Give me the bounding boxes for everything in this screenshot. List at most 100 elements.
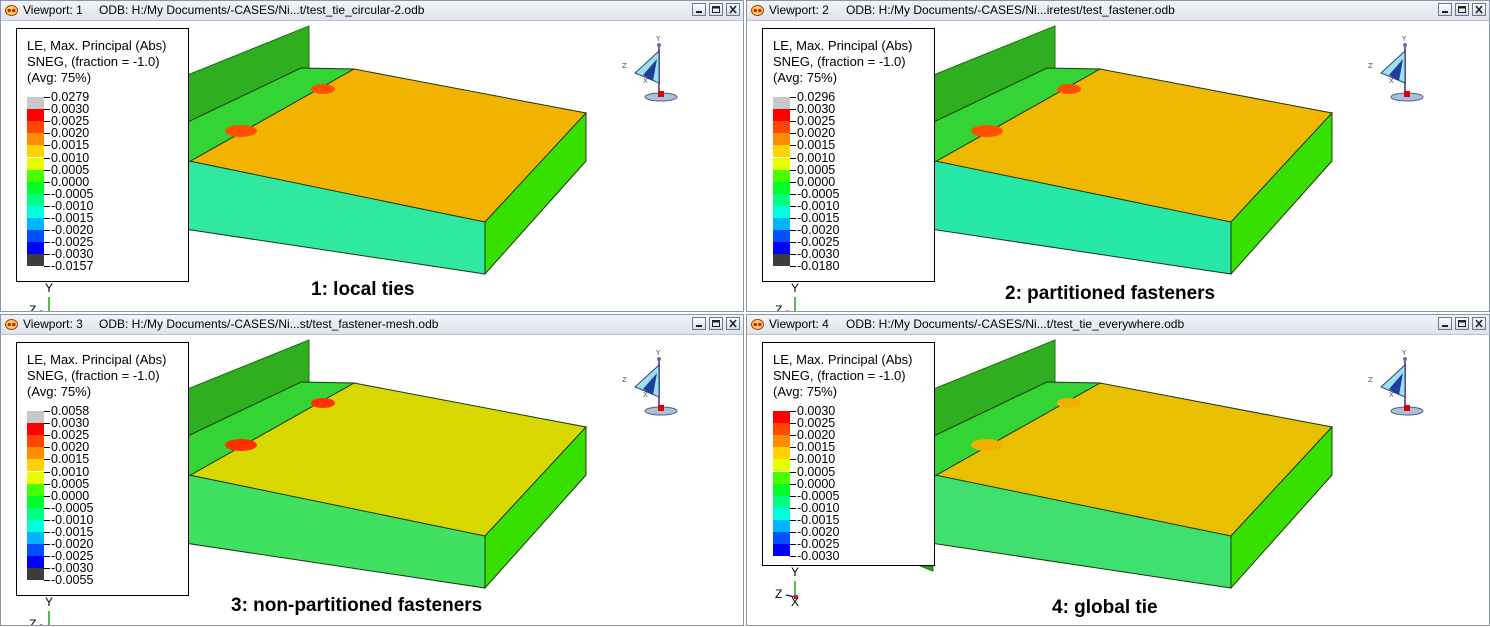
legend-tick [44, 483, 50, 485]
viewport-2[interactable]: Viewport: 2 ODB: H:/My Documents/-CASES/… [746, 0, 1490, 312]
legend-tick [44, 109, 50, 111]
legend-swatch [773, 218, 790, 230]
minimize-button[interactable] [692, 3, 706, 16]
close-icon [1475, 5, 1483, 14]
legend-swatch [773, 519, 790, 532]
legend-tick [44, 580, 50, 582]
triad-z-label: Z [775, 587, 783, 601]
legend-title-line-3: (Avg: 75%) [27, 384, 92, 399]
contour-legend: LE, Max. Principal (Abs) SNEG, (fraction… [762, 342, 935, 566]
close-button[interactable] [1472, 317, 1486, 330]
legend-swatch [27, 242, 44, 255]
viewport-titlebar[interactable]: Viewport: 3 ODB: H:/My Documents/-CASES/… [1, 315, 743, 335]
viewport-eye-icon [5, 319, 18, 330]
viewport-titlebar[interactable]: Viewport: 2 ODB: H:/My Documents/-CASES/… [747, 1, 1489, 21]
legend-swatch [27, 568, 44, 581]
contour-legend: LE, Max. Principal (Abs) SNEG, (fraction… [762, 28, 935, 282]
legend-tick [790, 157, 796, 159]
view-cube-icon[interactable]: Y Z X [621, 347, 681, 422]
legend-swatch [773, 411, 790, 423]
viewport-canvas[interactable]: LE, Max. Principal (Abs) SNEG, (fraction… [747, 21, 1489, 311]
close-button[interactable] [1472, 3, 1486, 16]
close-icon [729, 5, 737, 14]
viewport-1[interactable]: Viewport: 1 ODB: H:/My Documents/-CASES/… [0, 0, 744, 312]
odb-path: ODB: H:/My Documents/-CASES/Ni...t/test_… [99, 3, 425, 17]
legend-value: -0.0005 [797, 488, 840, 503]
legend-tick [790, 218, 796, 219]
legend-value: 0.0005 [797, 162, 836, 177]
legend-value: 0.0010 [797, 150, 836, 165]
legend-swatch [27, 205, 44, 218]
viewport-eye-icon [751, 5, 764, 16]
minimize-icon [696, 11, 702, 13]
view-cube-icon[interactable]: Y Z X [621, 33, 681, 108]
legend-swatch [27, 109, 44, 122]
legend-tick [790, 447, 796, 449]
viewport-3[interactable]: Viewport: 3 ODB: H:/My Documents/-CASES/… [0, 314, 744, 626]
legend-swatch [27, 471, 44, 484]
legend-tick [790, 507, 796, 509]
legend-swatch [27, 435, 44, 448]
maximize-button[interactable] [1455, 3, 1469, 16]
minimize-button[interactable] [692, 317, 706, 330]
legend-title-line-3: (Avg: 75%) [773, 70, 838, 85]
legend-tick [44, 435, 50, 437]
legend-title-line-1: LE, Max. Principal (Abs) [27, 38, 167, 53]
viewport-caption: 2: partitioned fasteners [1005, 283, 1216, 304]
legend-swatch [27, 423, 44, 436]
legend-swatch [27, 544, 44, 557]
legend-tick [790, 411, 796, 412]
triad-z-label: Z [29, 303, 37, 312]
legend-swatch [773, 544, 790, 557]
viewport-caption: 1: local ties [311, 279, 415, 300]
legend-swatch [27, 483, 44, 496]
legend-title-line-3: (Avg: 75%) [773, 384, 838, 399]
legend-swatch [773, 133, 790, 146]
legend-value: 0.0005 [797, 464, 836, 479]
legend-swatch [773, 193, 790, 206]
viewport-canvas[interactable]: LE, Max. Principal (Abs) SNEG, (fraction… [1, 335, 743, 625]
maximize-button[interactable] [709, 3, 723, 16]
legend-tick [790, 121, 796, 123]
view-cube-icon[interactable]: Y Z X [1367, 347, 1427, 422]
legend-tick [44, 556, 50, 558]
legend-tick [790, 423, 796, 425]
legend-swatch [773, 145, 790, 158]
legend-tick [790, 205, 796, 207]
close-button[interactable] [726, 3, 740, 16]
viewport-canvas[interactable]: LE, Max. Principal (Abs) SNEG, (fraction… [1, 21, 743, 311]
minimize-button[interactable] [1438, 317, 1452, 330]
legend-swatch [773, 423, 790, 436]
legend-swatch [773, 181, 790, 194]
triad-axes: Y Z X [16, 595, 76, 625]
legend-swatch [27, 532, 44, 544]
viewport-label: Viewport: 2 [769, 3, 829, 17]
minimize-button[interactable] [1438, 3, 1452, 16]
legend-tick [44, 411, 50, 412]
legend-tick [44, 97, 50, 98]
viewport-titlebar[interactable]: Viewport: 1 ODB: H:/My Documents/-CASES/… [1, 1, 743, 21]
view-cube-icon[interactable]: Y Z X [1367, 33, 1427, 108]
legend-tick [44, 447, 50, 449]
close-button[interactable] [726, 317, 740, 330]
legend-swatch [27, 133, 44, 146]
viewport-eye-icon [751, 319, 764, 330]
viewport-4[interactable]: Viewport: 4 ODB: H:/My Documents/-CASES/… [746, 314, 1490, 626]
legend-swatch [27, 218, 44, 230]
legend-value: 0.0000 [797, 476, 836, 491]
maximize-button[interactable] [1455, 317, 1469, 330]
legend-tick [790, 495, 796, 497]
legend-tick [44, 193, 50, 195]
legend-value: 0.0015 [797, 138, 836, 153]
legend-swatch [773, 121, 790, 134]
legend-tick [790, 145, 796, 147]
viewport-titlebar[interactable]: Viewport: 4 ODB: H:/My Documents/-CASES/… [747, 315, 1489, 335]
legend-tick [790, 230, 796, 232]
legend-value: 0.0000 [797, 174, 836, 189]
maximize-button[interactable] [709, 317, 723, 330]
legend-tick [790, 181, 796, 183]
legend-tick [44, 218, 50, 219]
hotspot-2 [1057, 84, 1081, 94]
minimize-icon [1442, 325, 1448, 327]
viewport-canvas[interactable]: LE, Max. Principal (Abs) SNEG, (fraction… [747, 335, 1489, 625]
